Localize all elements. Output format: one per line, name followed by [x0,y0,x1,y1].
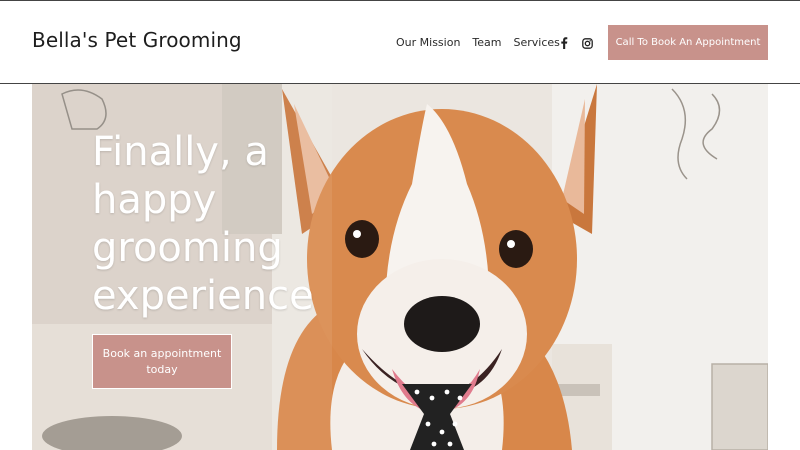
site-title[interactable]: Bella's Pet Grooming [32,28,242,52]
main-nav: Our Mission Team Services [396,36,572,49]
nav-link-services[interactable]: Services [514,36,560,49]
book-appointment-button[interactable]: Book an appointment today [92,334,232,389]
site-header: Bella's Pet Grooming Our Mission Team Se… [0,0,800,84]
call-to-book-button[interactable]: Call To Book An Appointment [608,25,768,60]
hero-headline: Finally, a happy grooming experience [92,129,314,319]
nav-link-our-mission[interactable]: Our Mission [396,36,460,49]
facebook-icon[interactable] [557,36,571,50]
instagram-icon[interactable] [580,36,594,50]
nav-link-team[interactable]: Team [472,36,501,49]
